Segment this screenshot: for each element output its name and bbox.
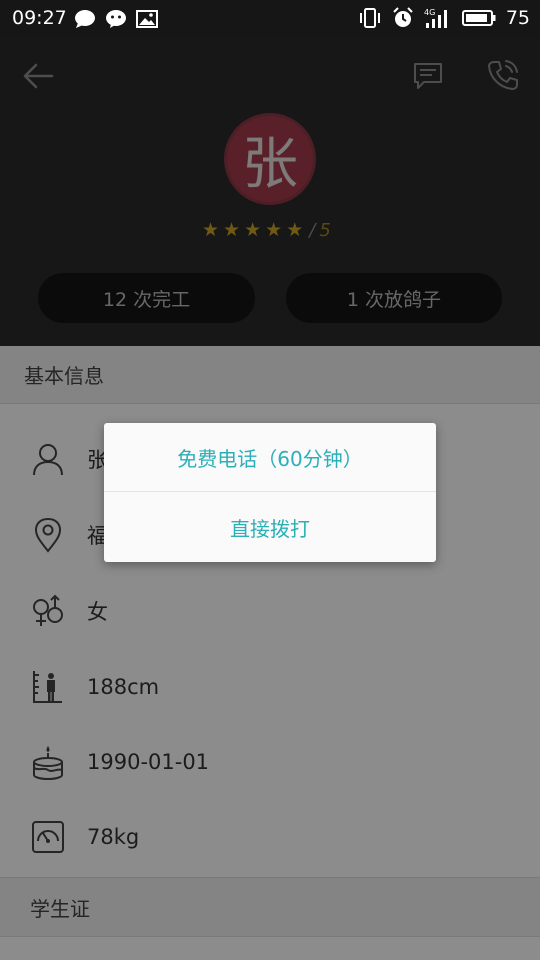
alarm-icon	[393, 7, 413, 27]
vibrate-icon	[359, 8, 380, 28]
chat-bubble-icon	[75, 10, 95, 28]
free-call-option[interactable]: 免费电话（60分钟）	[104, 423, 436, 492]
image-icon	[136, 10, 158, 28]
wechat-icon	[106, 10, 126, 28]
status-time: 09:27	[12, 7, 67, 29]
call-options-dialog: 免费电话（60分钟） 直接拨打	[104, 423, 436, 562]
status-right: 4G 75	[358, 7, 530, 29]
svg-text:4G: 4G	[424, 8, 435, 17]
status-bar: 09:27 4G 75	[0, 0, 540, 38]
direct-call-option[interactable]: 直接拨打	[104, 492, 436, 562]
battery-level: 75	[505, 7, 530, 29]
signal-4g-icon: 4G	[424, 8, 447, 28]
notification-icons	[74, 9, 158, 29]
battery-icon	[461, 10, 496, 26]
